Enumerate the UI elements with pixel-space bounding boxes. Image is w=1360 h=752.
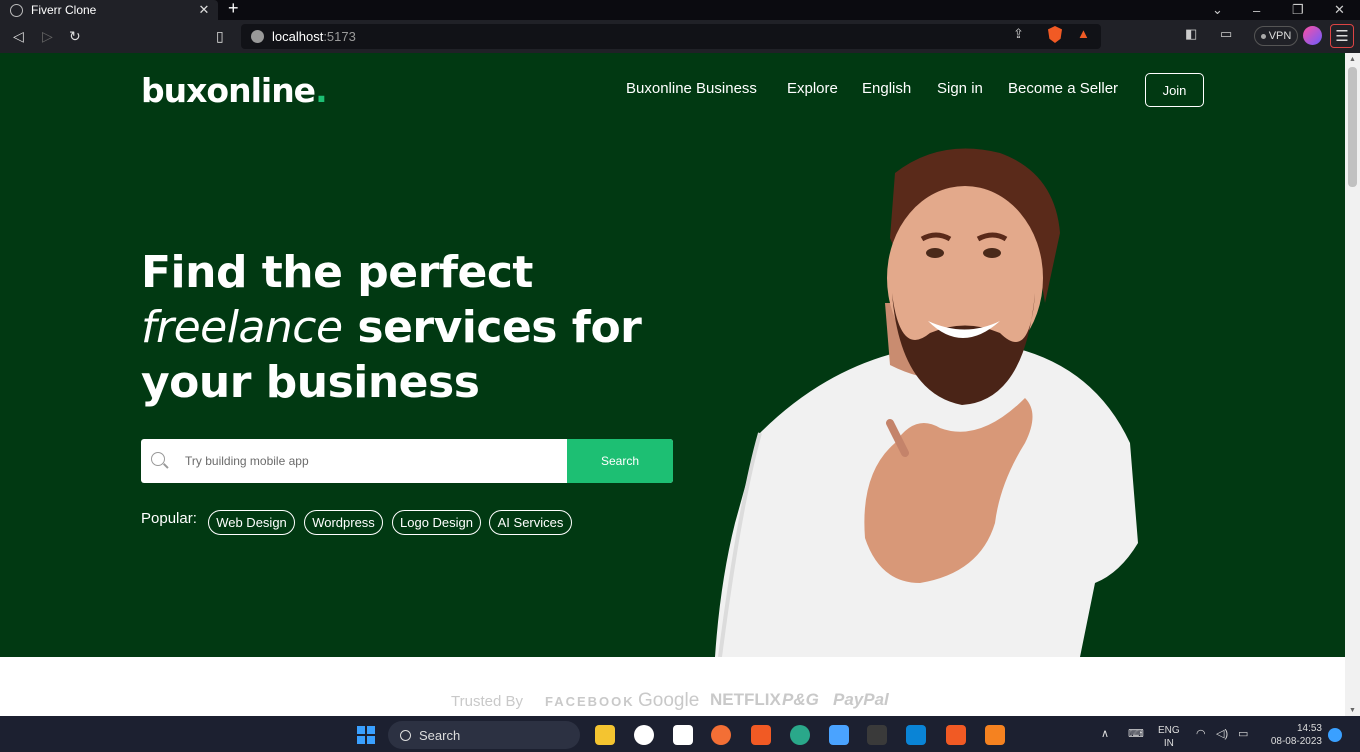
headline-line-3: your business (141, 357, 480, 408)
popular-tag-ai-services[interactable]: AI Services (489, 510, 572, 535)
back-icon[interactable]: ◁ (13, 28, 24, 45)
vpn-button[interactable]: VPN (1254, 26, 1298, 46)
reload-icon[interactable]: ↻ (69, 28, 81, 45)
headline-line-2: services for (342, 302, 642, 353)
clock-date: 08-08-2023 (1270, 736, 1322, 747)
scrollbar-thumb[interactable] (1348, 67, 1357, 187)
globe-icon (10, 3, 23, 17)
language-indicator[interactable]: ENG IN (1158, 724, 1180, 750)
leo-ai-icon[interactable] (1303, 26, 1322, 45)
close-window-icon[interactable]: ✕ (1334, 0, 1345, 20)
join-button[interactable]: Join (1145, 73, 1204, 107)
mongodb-compass-icon[interactable] (634, 725, 654, 745)
brave-browser-active-icon[interactable] (946, 725, 966, 745)
tab-search-chevron-icon[interactable]: ⌄ (1212, 0, 1223, 20)
browser-toolbar: ◁ ▷ ↻ ▯ localhost :5173 ⇪ ▲ ◧ ▭ VPN ☰ (0, 20, 1360, 53)
scroll-down-arrow-icon[interactable]: ▼ (1349, 707, 1356, 714)
postman-icon[interactable] (711, 725, 731, 745)
brand-pg-logo: P&G (782, 690, 819, 709)
url-port: :5173 (323, 29, 356, 44)
search-button[interactable]: Search (567, 439, 673, 483)
new-tab-button[interactable]: + (228, 0, 239, 19)
hero-section: buxonline. Buxonline Business Explore En… (0, 53, 1345, 657)
nav-language[interactable]: English (862, 80, 911, 97)
address-bar[interactable]: localhost :5173 (241, 24, 1101, 49)
brave-rewards-icon[interactable]: ▲ (1077, 26, 1090, 41)
scroll-up-arrow-icon[interactable]: ▲ (1349, 56, 1356, 63)
file-explorer-icon[interactable] (595, 725, 615, 745)
terminal-icon[interactable] (867, 725, 887, 745)
popular-tag-web-design[interactable]: Web Design (208, 510, 295, 535)
nav-sign-in[interactable]: Sign in (937, 80, 983, 97)
page-scrollbar[interactable]: ▲ ▼ (1345, 53, 1360, 716)
vpn-status-dot (1260, 33, 1266, 39)
brand-google-logo: Google (638, 690, 700, 711)
clock-time: 14:53 (1296, 723, 1322, 734)
brave-browser-icon[interactable] (751, 725, 771, 745)
brand-paypal-logo: PayPal (833, 690, 889, 709)
browser-tab-bar: Fiverr Clone ✕ + ⌄ – ❐ ✕ (0, 0, 1360, 20)
popular-label: Popular: (141, 510, 197, 527)
tab-title: Fiverr Clone (31, 3, 97, 17)
search-bar: Search (141, 439, 673, 483)
sidebar-icon[interactable]: ◧ (1185, 26, 1197, 42)
taskbar-search-icon (400, 729, 411, 741)
trusted-by-section: Trusted By FACEBOOK Google NETFLIX P&G P… (0, 657, 1345, 716)
vpn-label: VPN (1268, 30, 1292, 42)
vscode-icon[interactable] (906, 725, 926, 745)
logo-text: buxonline (141, 71, 316, 110)
bookmark-icon[interactable]: ▯ (216, 28, 224, 45)
taskbar-search-label: Search (419, 727, 461, 743)
headline-line-1: Find the perfect (141, 247, 533, 298)
battery-icon[interactable]: ▭ (1238, 727, 1248, 740)
menu-icon[interactable]: ☰ (1330, 24, 1354, 48)
keyboard-icon[interactable]: ⌨ (1128, 727, 1144, 740)
notion-icon[interactable] (673, 725, 693, 745)
forward-icon[interactable]: ▷ (42, 28, 53, 45)
app-icon[interactable] (790, 725, 810, 745)
lang-line-1: ENG (1158, 725, 1180, 736)
nav-become-seller[interactable]: Become a Seller (1008, 80, 1118, 97)
wallet-icon[interactable]: ▭ (1220, 26, 1232, 42)
vlc-icon[interactable] (985, 725, 1005, 745)
hero-person-image (715, 148, 1138, 657)
search-input[interactable] (185, 439, 565, 483)
popular-tag-wordpress[interactable]: Wordpress (304, 510, 383, 535)
notepad-icon[interactable] (829, 725, 849, 745)
hero-headline: Find the perfect freelance services for … (141, 245, 642, 410)
share-icon[interactable]: ⇪ (1013, 26, 1024, 42)
web-page: buxonline. Buxonline Business Explore En… (0, 53, 1345, 716)
search-icon (151, 452, 165, 466)
logo-dot: . (315, 71, 328, 110)
site-info-icon[interactable] (251, 30, 264, 43)
taskbar-search[interactable]: Search (388, 721, 580, 749)
brand-facebook-logo: FACEBOOK (545, 694, 635, 709)
notification-icon[interactable] (1328, 728, 1342, 742)
nav-explore[interactable]: Explore (787, 80, 838, 97)
windows-start-icon[interactable] (357, 726, 375, 744)
brand-netflix-logo: NETFLIX (710, 690, 781, 709)
site-logo[interactable]: buxonline. (141, 71, 328, 110)
trusted-by-label: Trusted By (451, 693, 523, 710)
taskbar-clock[interactable]: 14:53 08-08-2023 (1262, 722, 1322, 748)
lang-line-2: IN (1163, 738, 1174, 749)
volume-icon[interactable]: ◁) (1216, 727, 1228, 740)
browser-tab[interactable]: Fiverr Clone ✕ (0, 0, 218, 20)
restore-icon[interactable]: ❐ (1292, 0, 1304, 20)
headline-italic: freelance (141, 302, 343, 353)
url-host: localhost (272, 29, 324, 44)
minimize-icon[interactable]: – (1253, 0, 1260, 20)
tab-close-icon[interactable]: ✕ (196, 2, 212, 18)
wifi-icon[interactable]: ◠ (1196, 727, 1206, 740)
popular-tag-logo-design[interactable]: Logo Design (392, 510, 481, 535)
os-taskbar: Search ∧ ⌨ ENG IN ◠ ◁) ▭ 14:53 08-08-202… (0, 716, 1360, 752)
tray-chevron-icon[interactable]: ∧ (1101, 727, 1109, 740)
nav-business[interactable]: Buxonline Business (626, 80, 757, 97)
